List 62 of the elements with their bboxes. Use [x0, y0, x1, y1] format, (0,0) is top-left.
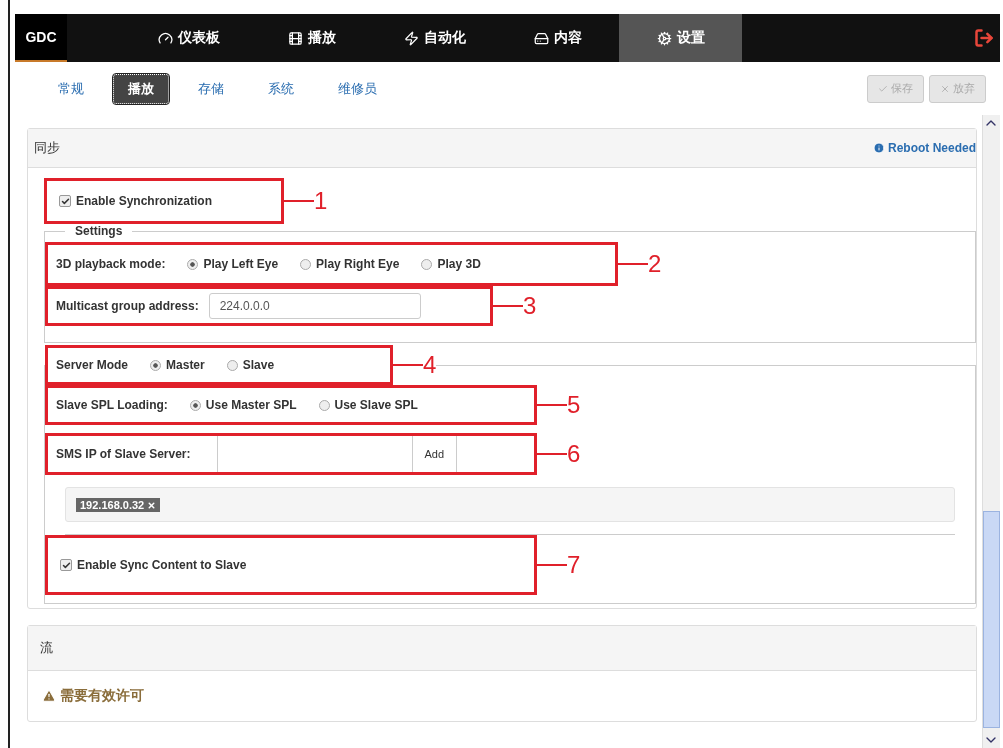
- panel-title: 同步: [34, 139, 61, 157]
- panel-title: 流: [40, 639, 54, 657]
- radio-label: Play 3D: [437, 257, 481, 271]
- group-legend: Server Mode: [56, 358, 129, 372]
- group-legend: Settings: [65, 224, 133, 238]
- scroll-thumb[interactable]: [983, 511, 1000, 728]
- logout-icon[interactable]: [974, 28, 994, 48]
- checkbox[interactable]: [59, 195, 71, 207]
- radio-label: Use Slave SPL: [334, 398, 418, 412]
- radio-button[interactable]: [189, 399, 201, 411]
- drive-icon: [533, 30, 549, 46]
- annotation-number: 6: [567, 442, 581, 466]
- lightning-icon: [403, 30, 419, 46]
- checkbox-label: Enable Synchronization: [76, 194, 213, 208]
- nav-tab[interactable]: 播放: [250, 14, 373, 62]
- radio-button[interactable]: [318, 399, 330, 411]
- checkbox[interactable]: [60, 559, 72, 571]
- field-label: Multicast group address:: [56, 299, 199, 313]
- radio-button[interactable]: [421, 258, 433, 270]
- sub-tab[interactable]: 系统: [253, 73, 309, 104]
- license-warning: 需要有效许可: [28, 671, 976, 721]
- annotation-number: 4: [423, 353, 437, 377]
- nav-tab[interactable]: 仪表板: [127, 14, 250, 62]
- nav-tab[interactable]: 设置: [619, 14, 742, 62]
- scrollbar[interactable]: [982, 115, 1000, 748]
- ip-tag: 192.168.0.32: [76, 498, 161, 512]
- sub-tab[interactable]: 存储: [183, 73, 239, 104]
- info-icon: [873, 142, 885, 154]
- field-label: 3D playback mode:: [56, 257, 166, 271]
- radio-label: Play Right Eye: [316, 257, 400, 271]
- input-field[interactable]: 224.0.0.0: [208, 293, 421, 319]
- radio-label: Slave: [242, 358, 275, 372]
- check-icon: [878, 83, 888, 94]
- nav-tab[interactable]: 内容: [496, 14, 619, 62]
- remove-icon[interactable]: [147, 500, 157, 510]
- radio-label: Use Master SPL: [205, 398, 297, 412]
- field-label: Slave SPL Loading:: [56, 398, 168, 412]
- annotation-number: 1: [314, 189, 328, 213]
- radio-label: Play Left Eye: [203, 257, 279, 271]
- reboot-notice: Reboot Needed: [873, 141, 976, 155]
- radio-button[interactable]: [187, 258, 199, 270]
- radio-button[interactable]: [300, 258, 312, 270]
- annotation-number: 2: [648, 252, 662, 276]
- settings-icon: [656, 30, 672, 46]
- film-icon: [287, 30, 303, 46]
- sub-tab[interactable]: 常规: [43, 73, 99, 104]
- annotation-number: 5: [567, 393, 581, 417]
- input-field[interactable]: [216, 436, 413, 472]
- radio-button[interactable]: [226, 359, 238, 371]
- field-label: SMS IP of Slave Server:: [56, 447, 191, 461]
- close-icon: [940, 83, 950, 94]
- gauge-icon: [157, 30, 173, 46]
- radio-button[interactable]: [150, 359, 162, 371]
- warning-icon: [42, 689, 56, 703]
- checkbox-label: Enable Sync Content to Slave: [77, 558, 247, 572]
- nav-tab[interactable]: 自动化: [373, 14, 496, 62]
- annotation-number: 7: [567, 553, 581, 577]
- radio-label: Master: [166, 358, 205, 372]
- logo[interactable]: GDC: [15, 14, 67, 62]
- sub-tab[interactable]: 播放: [113, 73, 169, 104]
- sub-tab[interactable]: 维修员: [323, 73, 392, 104]
- annotation-number: 3: [523, 294, 537, 318]
